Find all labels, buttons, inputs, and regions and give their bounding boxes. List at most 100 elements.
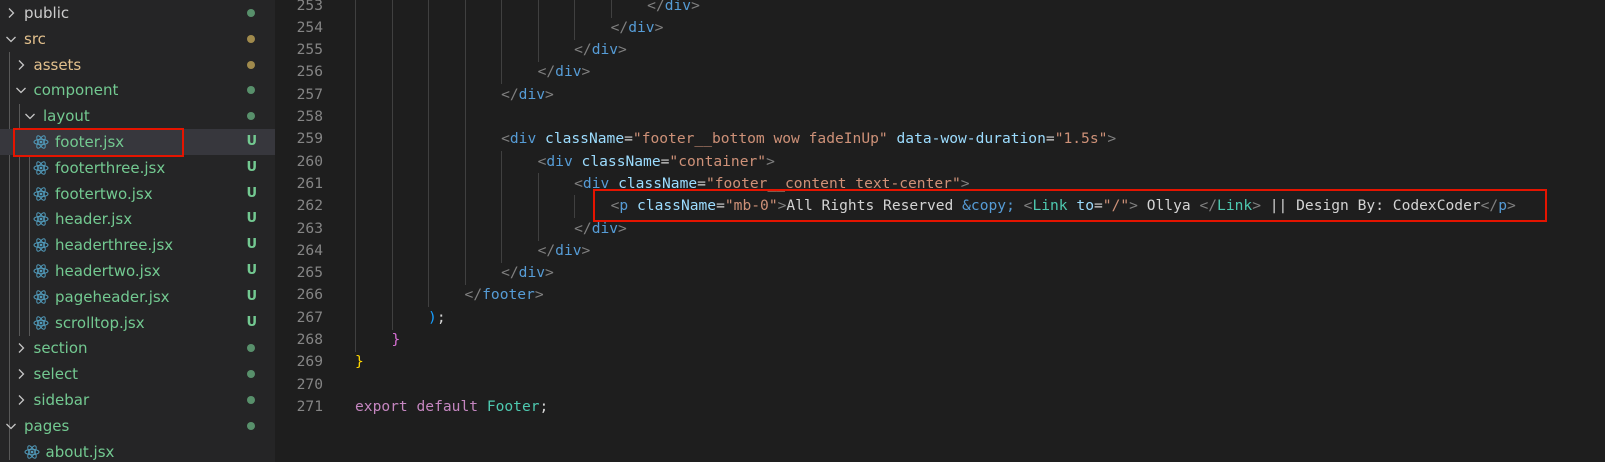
code-line[interactable]: 265 </div> — [275, 262, 1605, 286]
indent-guide — [537, 16, 539, 40]
code-line[interactable]: 266 </footer> — [275, 284, 1605, 308]
git-status-dot — [247, 370, 255, 379]
chevron-down-icon[interactable] — [4, 419, 18, 433]
explorer-file-footer-jsx[interactable]: footer.jsx U — [0, 129, 275, 155]
code-token: className — [618, 174, 698, 192]
explorer-folder-select[interactable]: select — [0, 361, 275, 387]
code-line[interactable]: 267); — [275, 306, 1605, 330]
indent-guide — [391, 195, 393, 219]
code-line[interactable]: 269} — [275, 351, 1605, 374]
explorer-file-headerthree-jsx[interactable]: headerthree.jsx U — [0, 232, 275, 258]
code-token: </ — [610, 18, 629, 36]
chevron-right-icon[interactable] — [14, 58, 28, 72]
code-line[interactable]: 268} — [275, 329, 1605, 352]
indent-guide — [355, 39, 356, 63]
explorer-folder-component[interactable]: component — [0, 77, 275, 103]
code-token: div — [509, 130, 537, 148]
code-line[interactable]: 263 </div> — [275, 217, 1605, 241]
code-token: </ — [1480, 197, 1499, 215]
indent-guide — [537, 195, 539, 219]
code-line[interactable]: 255 </div> — [275, 39, 1605, 63]
explorer-folder-section[interactable]: section — [0, 335, 275, 361]
git-untracked-badge: U — [246, 159, 257, 175]
explorer-folder-public[interactable]: public — [0, 0, 275, 26]
explorer-file-headertwo-jsx[interactable]: headertwo.jsx U — [0, 258, 275, 284]
chevron-down-icon[interactable] — [14, 83, 28, 97]
indent-guide — [355, 262, 356, 286]
explorer-item-label: public — [24, 4, 70, 22]
chevron-right-icon[interactable] — [4, 6, 18, 20]
git-untracked-badge: U — [246, 237, 257, 253]
react-file-icon — [33, 160, 49, 176]
explorer-folder-pages[interactable]: pages — [0, 413, 275, 439]
explorer-file-scrolltop-jsx[interactable]: scrolltop.jsx U — [0, 310, 275, 336]
code-token: default — [416, 397, 479, 415]
code-line[interactable]: 261 <div className="footer__content text-… — [275, 172, 1605, 196]
code-token: </ — [574, 219, 592, 237]
code-token: </ — [647, 0, 665, 14]
explorer-folder-sidebar[interactable]: sidebar — [0, 387, 275, 413]
explorer-file-pageheader-jsx[interactable]: pageheader.jsx U — [0, 284, 275, 310]
code-line[interactable]: 264 </div> — [275, 239, 1605, 263]
line-number: 253 — [296, 0, 323, 14]
explorer-folder-src[interactable]: src — [0, 26, 275, 52]
line-number: 270 — [296, 375, 323, 393]
code-token: </ — [537, 241, 556, 259]
code-line[interactable]: 259 <div className="footer__bottom wow fa… — [275, 128, 1605, 152]
chevron-down-icon[interactable] — [4, 32, 18, 46]
chevron-down-icon[interactable] — [23, 109, 37, 123]
chevron-right-icon[interactable] — [14, 341, 28, 355]
indent-guide — [355, 284, 356, 308]
explorer-item-label: layout — [43, 107, 90, 126]
code-token: "footer__bottom wow fadeInUp" — [632, 130, 888, 148]
indent-guide — [464, 262, 466, 286]
explorer-folder-layout[interactable]: layout — [0, 103, 275, 129]
code-line[interactable]: 256 </div> — [275, 61, 1605, 85]
line-number: 254 — [296, 18, 323, 36]
code-line[interactable]: 254 </div> — [275, 16, 1605, 40]
code-token: p — [619, 197, 629, 215]
explorer-file-header-jsx[interactable]: header.jsx U — [0, 206, 275, 232]
line-number: 259 — [296, 130, 323, 148]
code-line[interactable]: 260 <div className="container"> — [275, 150, 1605, 174]
code-line[interactable]: 257 </div> — [275, 83, 1605, 107]
code-token: Footer — [486, 397, 540, 415]
indent-guide — [355, 16, 356, 40]
chevron-right-icon[interactable] — [14, 393, 28, 407]
line-number: 261 — [296, 174, 323, 192]
indent-guide — [464, 0, 466, 18]
indent-guide — [501, 172, 503, 196]
explorer-file-footerthree-jsx[interactable]: footerthree.jsx U — [0, 155, 275, 181]
explorer-file-footertwo-jsx[interactable]: footertwo.jsx U — [0, 181, 275, 207]
code-editor[interactable]: 253 </div> 254 </div> 255 </div> 256 </div> 257 <… — [275, 0, 1605, 462]
code-token: "footer__content text-center" — [705, 174, 961, 192]
code-line[interactable]: 270 — [275, 374, 1605, 397]
code-token: </ — [501, 85, 519, 103]
explorer-folder-assets[interactable]: assets — [0, 52, 275, 78]
indent-guide — [391, 306, 393, 330]
code-token: </ — [574, 41, 592, 59]
explorer-item-label: footer.jsx — [55, 133, 125, 151]
code-line[interactable]: 262 <p className="mb-0">All Rights Reserv… — [275, 195, 1605, 219]
code-line[interactable]: 271 export default Footer; — [275, 396, 1605, 419]
code-content: </div> — [538, 240, 591, 263]
code-content: </footer> — [465, 284, 544, 307]
indent-guide — [464, 61, 466, 85]
code-token: className — [545, 130, 625, 148]
code-token: ) — [428, 308, 437, 326]
code-line[interactable]: 258 — [275, 106, 1605, 129]
code-token: className — [637, 197, 717, 215]
git-untracked-badge: U — [246, 185, 257, 201]
code-line[interactable]: 253 </div> — [275, 0, 1605, 18]
code-token: export — [355, 397, 408, 415]
chevron-right-icon[interactable] — [14, 367, 28, 381]
indent-guide — [428, 39, 430, 63]
git-untracked-badge: U — [246, 263, 257, 278]
indent-guide — [428, 262, 430, 286]
line-number: 257 — [296, 85, 323, 103]
explorer-file-about-jsx[interactable]: about.jsx — [0, 439, 275, 462]
code-token: > — [581, 63, 591, 81]
